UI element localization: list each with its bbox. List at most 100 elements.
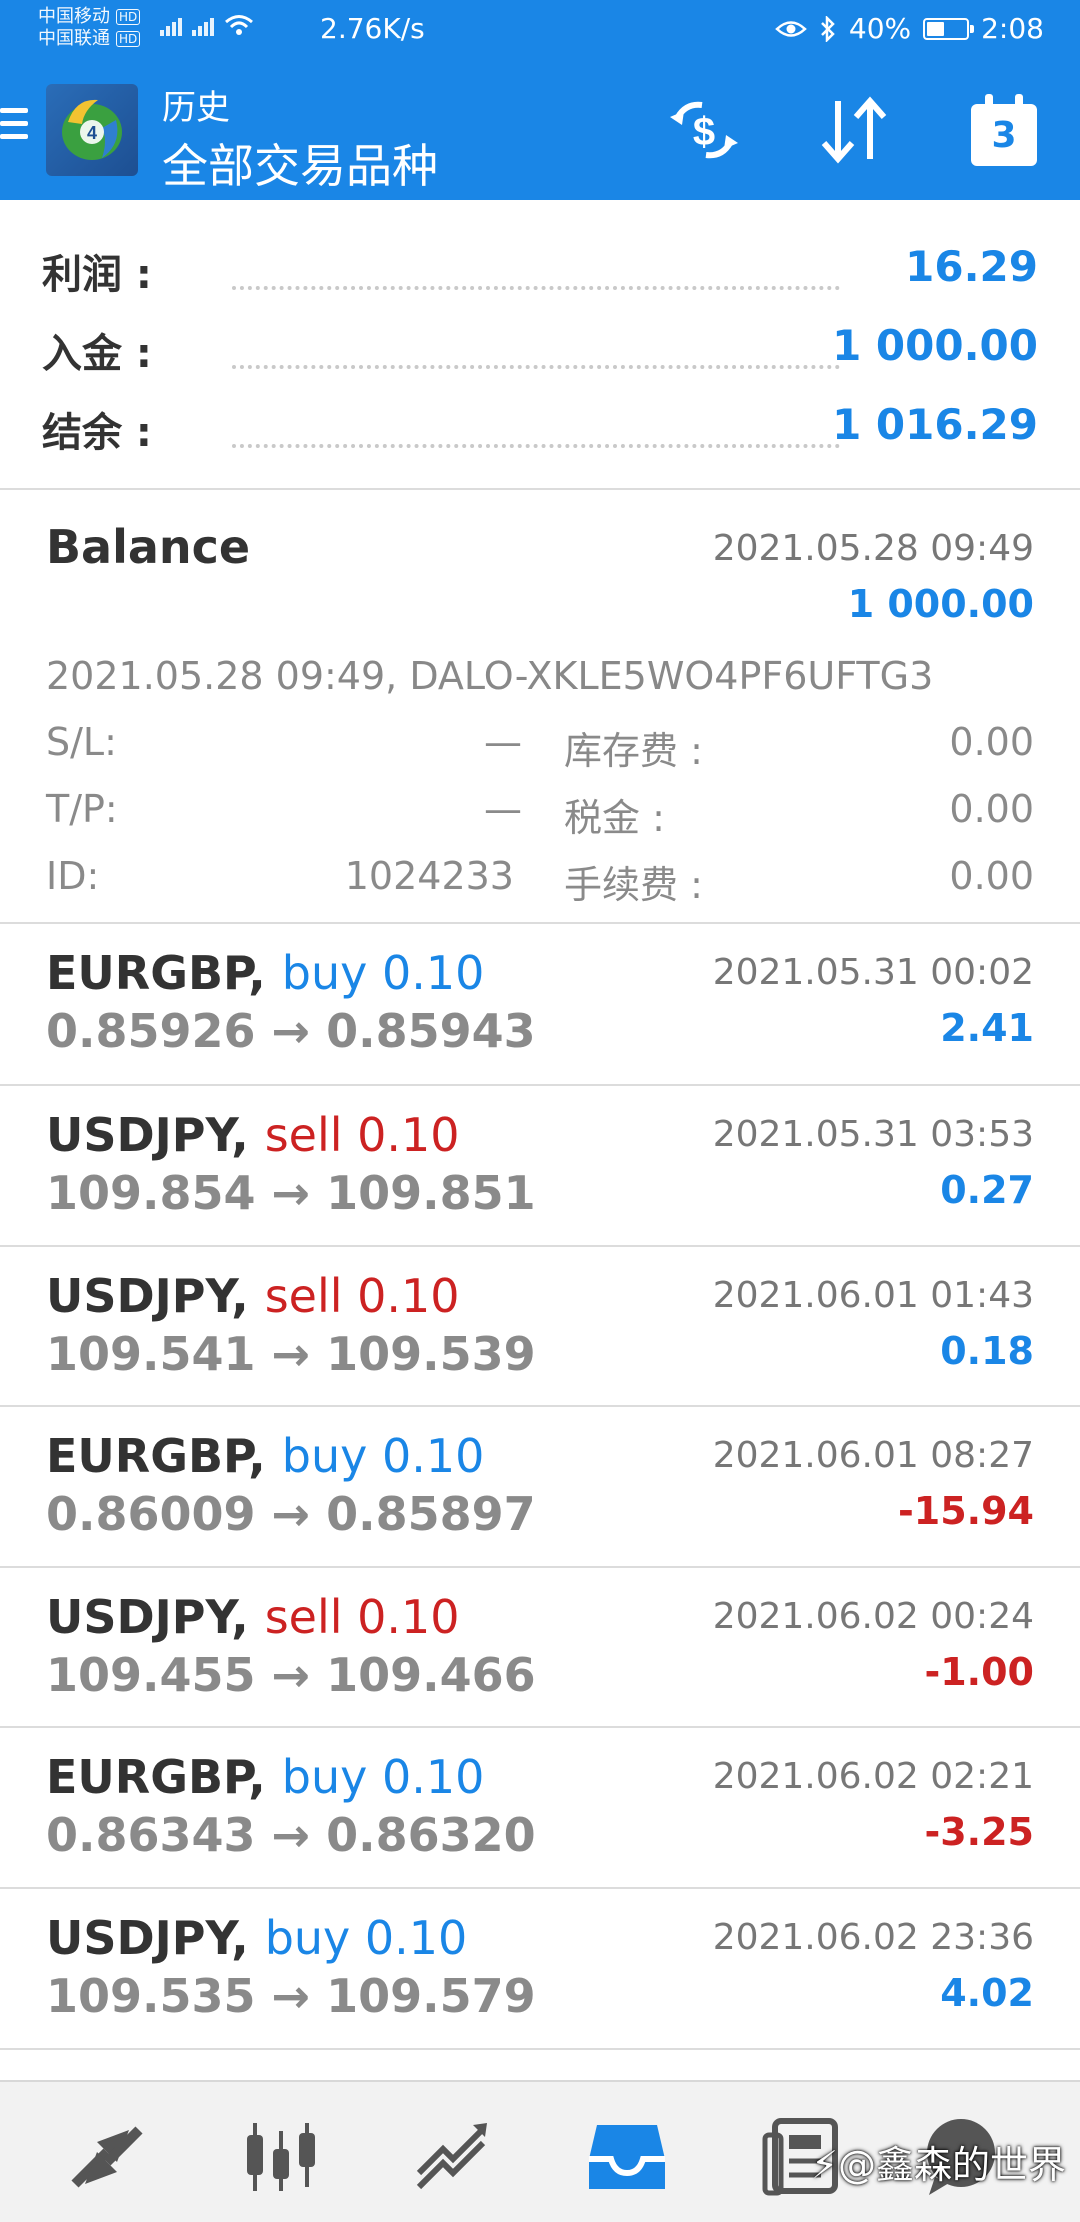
sort-icon[interactable] [814,90,894,170]
balance-row: 结余 : 1 016.29 [0,386,1080,465]
trade-profit: -1.00 [924,1650,1034,1694]
svg-text:$: $ [693,110,715,154]
tax-label: 税金 : [564,796,665,840]
tp-label: T/P: [46,787,118,831]
dot-leader [232,444,840,448]
swap-value: 0.00 [949,720,1034,764]
trade-direction: buy 0.10 [281,1429,485,1483]
svg-text:4: 4 [87,123,97,143]
operation-amount: 1 000.00 [847,582,1034,626]
history-icon[interactable] [582,2112,672,2202]
balance-label: 结余 : [42,410,152,456]
operation-title: Balance [46,520,251,574]
trade-direction: sell 0.10 [264,1590,460,1644]
trade-row[interactable]: USDJPY, sell 0.10 109.455 → 109.466 2021… [0,1568,1080,1728]
sl-label: S/L: [46,720,117,764]
trade-time: 2021.06.02 23:36 [712,1917,1034,1958]
fee-value: 0.00 [949,854,1034,898]
carrier-1: 中国移动 [38,6,110,27]
carrier-2: 中国联通 [38,28,110,49]
profit-row: 利润 : 16.29 [0,228,1080,307]
trade-symbol: USDJPY, [46,1590,249,1644]
status-right: 40% 2:08 [775,12,1044,45]
quotes-icon[interactable] [62,2112,152,2202]
hd-badge: HD [116,9,141,25]
deposit-row: 入金 : 1 000.00 [0,307,1080,386]
dot-leader [232,365,840,369]
balance-operation[interactable]: Balance 2021.05.28 09:49 1 000.00 2021.0… [0,490,1080,922]
trade-profit: 0.27 [940,1168,1034,1212]
net-speed: 2.76K/s [320,12,425,45]
trade-time: 2021.06.02 00:24 [712,1596,1034,1637]
trade-row[interactable]: USDJPY, sell 0.10 109.541 → 109.539 2021… [0,1247,1080,1407]
header: 中国移动 HD 中国联通 HD 2.76K/s 40% 2:08 4 历史 全部… [0,0,1080,200]
trade-time: 2021.06.01 08:27 [712,1435,1034,1476]
balance-value: 1 016.29 [832,400,1038,449]
trade-profit: -3.25 [924,1810,1034,1854]
trade-icon[interactable] [408,2112,498,2202]
trade-symbol: USDJPY, [46,1108,249,1162]
trade-symbol: USDJPY, [46,1269,249,1323]
trade-prices: 0.86009 → 0.85897 [46,1487,536,1541]
wifi-icon [225,15,253,35]
divider [0,2048,1080,2050]
status-bar: 中国移动 HD 中国联通 HD 2.76K/s 40% 2:08 [0,0,1080,60]
chart-icon[interactable] [236,2112,326,2202]
trade-row[interactable]: USDJPY, buy 0.10 109.535 → 109.579 2021.… [0,1889,1080,2049]
trade-symbol: EURGBP, [46,946,266,1000]
watermark-icon: ⚡ [811,2143,838,2187]
symbol-filter[interactable]: 全部交易品种 [162,130,438,196]
trade-direction: sell 0.10 [264,1269,460,1323]
trade-symbol: EURGBP, [46,1750,266,1804]
trade-direction: sell 0.10 [264,1108,460,1162]
trade-profit: -15.94 [898,1489,1034,1533]
swap-label: 库存费 : [564,729,703,773]
clock: 2:08 [981,12,1044,45]
screen-title: 历史 [162,88,230,128]
trade-profit: 0.18 [940,1329,1034,1373]
bottom-navigation: ⚡@鑫森的世界 [0,2080,1080,2222]
trade-row[interactable]: EURGBP, buy 0.10 0.85926 → 0.85943 2021.… [0,924,1080,1084]
summary-section: 利润 : 16.29 入金 : 1 000.00 结余 : 1 016.29 [0,200,1080,488]
trade-direction: buy 0.10 [281,1750,485,1804]
id-value: 1024233 [344,854,514,898]
tp-value: — [484,787,522,831]
eye-icon [775,20,807,37]
tax-value: 0.00 [949,787,1034,831]
id-label: ID: [46,854,100,898]
menu-icon[interactable] [0,108,28,148]
metatrader-logo-icon: 4 [46,84,138,176]
profit-label: 利润 : [42,252,152,298]
trade-prices: 109.535 → 109.579 [46,1969,536,2023]
calendar-icon[interactable]: 3 [964,90,1044,170]
signal-icon [160,14,254,36]
dot-leader [232,286,840,290]
deposit-label: 入金 : [42,331,152,377]
bluetooth-icon [820,15,835,42]
trade-prices: 0.85926 → 0.85943 [46,1004,536,1058]
watermark: ⚡@鑫森的世界 [811,2134,1066,2189]
battery-icon [923,17,975,40]
trade-direction: buy 0.10 [264,1911,468,1965]
battery-percent: 40% [848,12,912,45]
sl-value: — [484,720,522,764]
operation-time: 2021.05.28 09:49 [712,528,1034,569]
watermark-text: @鑫森的世界 [837,2143,1066,2187]
profit-value: 16.29 [905,242,1038,291]
trade-row[interactable]: USDJPY, sell 0.10 109.854 → 109.851 2021… [0,1086,1080,1246]
trade-prices: 109.854 → 109.851 [46,1166,536,1220]
app-bar: 4 历史 全部交易品种 $ 3 [0,60,1080,200]
currency-exchange-icon[interactable]: $ [664,90,744,170]
trade-symbol: EURGBP, [46,1429,266,1483]
trade-prices: 109.455 → 109.466 [46,1648,536,1702]
trade-profit: 2.41 [940,1006,1034,1050]
carrier-info: 中国移动 HD 中国联通 HD [38,6,141,50]
trade-prices: 0.86343 → 0.86320 [46,1808,536,1862]
trade-prices: 109.541 → 109.539 [46,1327,536,1381]
fee-label: 手续费 : [564,863,703,907]
trade-row[interactable]: EURGBP, buy 0.10 0.86343 → 0.86320 2021.… [0,1728,1080,1888]
deposit-value: 1 000.00 [832,321,1038,370]
trade-time: 2021.05.31 03:53 [712,1114,1034,1155]
trade-row[interactable]: EURGBP, buy 0.10 0.86009 → 0.85897 2021.… [0,1407,1080,1567]
trade-symbol: USDJPY, [46,1911,249,1965]
